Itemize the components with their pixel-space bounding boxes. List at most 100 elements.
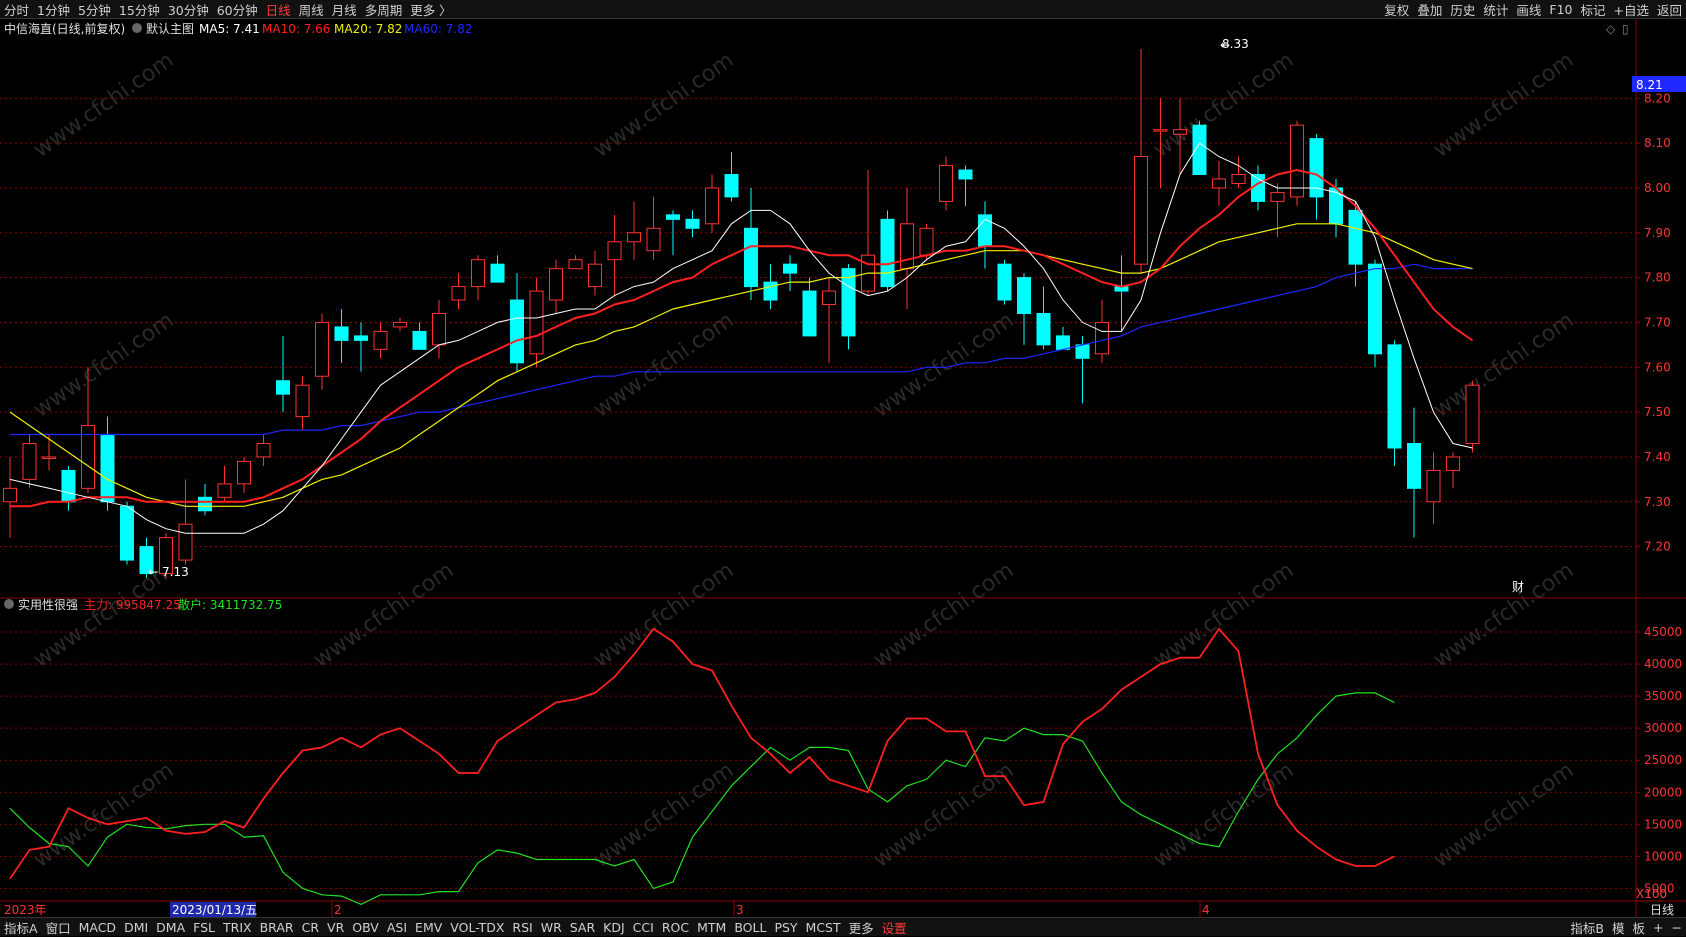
indicator-tab-17[interactable]: KDJ: [599, 920, 629, 935]
indicator-tab-23[interactable]: MCST: [802, 920, 845, 935]
candle-body-up: [256, 443, 271, 458]
indicator-tab-12[interactable]: EMV: [411, 920, 446, 935]
period-tab-6[interactable]: 日线: [262, 0, 295, 19]
lock-icon[interactable]: ▯: [1622, 22, 1629, 36]
candle: [666, 210, 680, 256]
candle: [3, 456, 17, 538]
sub-chart-title[interactable]: 实用性很强: [18, 597, 78, 612]
indicator-tab-25[interactable]: 设置: [878, 918, 911, 937]
candle-body-up: [822, 290, 836, 306]
candle: [1290, 120, 1304, 206]
candle: [685, 210, 700, 238]
candle: [1426, 452, 1441, 525]
candle-body-up: [607, 241, 622, 261]
indicator-tab-7[interactable]: BRAR: [256, 920, 298, 935]
indicator-tick-label: 20000: [1644, 785, 1682, 799]
price-tick-label: 8.20: [1644, 91, 1671, 105]
indicator-tab-1[interactable]: 窗口: [42, 918, 75, 937]
indicator-tab-11[interactable]: ASI: [383, 920, 411, 935]
indicator-tab-20[interactable]: MTM: [693, 920, 730, 935]
template-name[interactable]: 默认主图: [146, 21, 194, 36]
financial-report-badge[interactable]: 财: [1512, 580, 1524, 594]
candle-body-up: [1231, 174, 1246, 184]
indicator-tab-3[interactable]: DMI: [120, 920, 152, 935]
period-tab-9[interactable]: 多周期: [361, 0, 407, 19]
candle-body-down: [490, 263, 505, 283]
candle-body-down: [802, 290, 817, 337]
indicator-tab-2[interactable]: MACD: [75, 920, 120, 935]
watermark-text: www.cfchi.com: [1429, 48, 1578, 163]
tool-button-3[interactable]: 统计: [1479, 0, 1512, 19]
candle-body-down: [958, 169, 973, 180]
unit-label: X100: [1636, 887, 1667, 901]
tool-button-6[interactable]: 标记: [1576, 0, 1609, 19]
period-tab-7[interactable]: 周线: [295, 0, 328, 19]
indicator-tick-label: 30000: [1644, 721, 1682, 735]
bottom-right-button-0[interactable]: 指标B: [1566, 918, 1608, 937]
candle: [334, 309, 349, 363]
candle: [217, 465, 232, 502]
candle-body-down: [61, 469, 76, 503]
candle: [510, 273, 524, 372]
indicator-tab-0[interactable]: 指标A: [0, 918, 42, 937]
indicator-tick-label: 40000: [1644, 657, 1682, 671]
indicator-tab-8[interactable]: CR: [298, 920, 323, 935]
tool-button-7[interactable]: +自选: [1610, 0, 1653, 19]
period-tab-8[interactable]: 月线: [328, 0, 361, 19]
chart-area[interactable]: www.cfchi.com www.cfchi.com www.cfchi.com w…: [0, 18, 1686, 917]
sanhu-value: 散户: 3411732.75: [178, 597, 282, 612]
candle: [724, 152, 739, 202]
period-tab-1[interactable]: 1分钟: [33, 0, 74, 19]
indicator-tab-13[interactable]: VOL-TDX: [446, 920, 508, 935]
period-tab-2[interactable]: 5分钟: [74, 0, 115, 19]
indicator-tab-6[interactable]: TRIX: [219, 920, 256, 935]
period-tab-5[interactable]: 60分钟: [213, 0, 262, 19]
indicator-tab-9[interactable]: VR: [323, 920, 348, 935]
candle-body-down: [1387, 344, 1402, 449]
bottom-right-button-3[interactable]: +: [1649, 920, 1667, 935]
candle-body-up: [1465, 384, 1480, 445]
low-price-label: 7.13: [162, 565, 189, 579]
candle: [1407, 407, 1421, 538]
tool-button-4[interactable]: 画线: [1512, 0, 1545, 19]
candle: [549, 259, 563, 314]
period-tab-4[interactable]: 30分钟: [164, 0, 213, 19]
watermark-text: www.cfchi.com: [1149, 558, 1298, 673]
indicator-tab-14[interactable]: RSI: [508, 920, 536, 935]
tool-button-0[interactable]: 复权: [1380, 0, 1413, 19]
period-tab-0[interactable]: 分时: [0, 0, 33, 19]
sub-chart-dropdown-icon[interactable]: [4, 599, 14, 609]
period-tab-10[interactable]: 更多 〉: [406, 0, 455, 19]
indicator-tab-24[interactable]: 更多: [845, 918, 878, 937]
indicator-tab-15[interactable]: WR: [537, 920, 566, 935]
indicator-tab-5[interactable]: FSL: [189, 920, 219, 935]
indicator-tab-21[interactable]: BOLL: [730, 920, 770, 935]
candle: [1465, 380, 1480, 453]
tool-button-5[interactable]: F10: [1545, 2, 1576, 17]
bottom-right-button-1[interactable]: 模: [1608, 918, 1629, 937]
indicator-tab-10[interactable]: OBV: [348, 920, 383, 935]
tool-button-1[interactable]: 叠加: [1413, 0, 1446, 19]
candle-body-down: [1407, 443, 1421, 489]
period-tab-3[interactable]: 15分钟: [115, 0, 164, 19]
candle: [900, 187, 914, 309]
candle: [1017, 273, 1031, 345]
candle-body-down: [997, 263, 1012, 301]
price-tick-label: 7.40: [1644, 450, 1671, 464]
price-axis: 7.20 7.30 7.40 7.50 7.60 7.70 7.80 7.90 8.00 8.10…: [1636, 91, 1682, 895]
diamond-icon[interactable]: ◇: [1606, 22, 1616, 36]
template-dropdown-icon[interactable]: [132, 23, 142, 33]
indicator-tab-4[interactable]: DMA: [152, 920, 189, 935]
tool-button-8[interactable]: 返回: [1653, 0, 1686, 19]
indicator-tab-18[interactable]: CCI: [629, 920, 658, 935]
bottom-right-button-4[interactable]: −: [1668, 920, 1686, 935]
candle-body-up: [705, 187, 719, 225]
indicator-tab-16[interactable]: SAR: [566, 920, 599, 935]
tool-button-2[interactable]: 历史: [1446, 0, 1479, 19]
indicator-tab-19[interactable]: ROC: [658, 920, 693, 935]
bottom-right-button-2[interactable]: 板: [1629, 918, 1650, 937]
candle-body-up: [1095, 321, 1109, 355]
candle: [861, 170, 875, 296]
indicator-tab-22[interactable]: PSY: [770, 920, 801, 935]
candle-body-up: [1173, 129, 1187, 135]
